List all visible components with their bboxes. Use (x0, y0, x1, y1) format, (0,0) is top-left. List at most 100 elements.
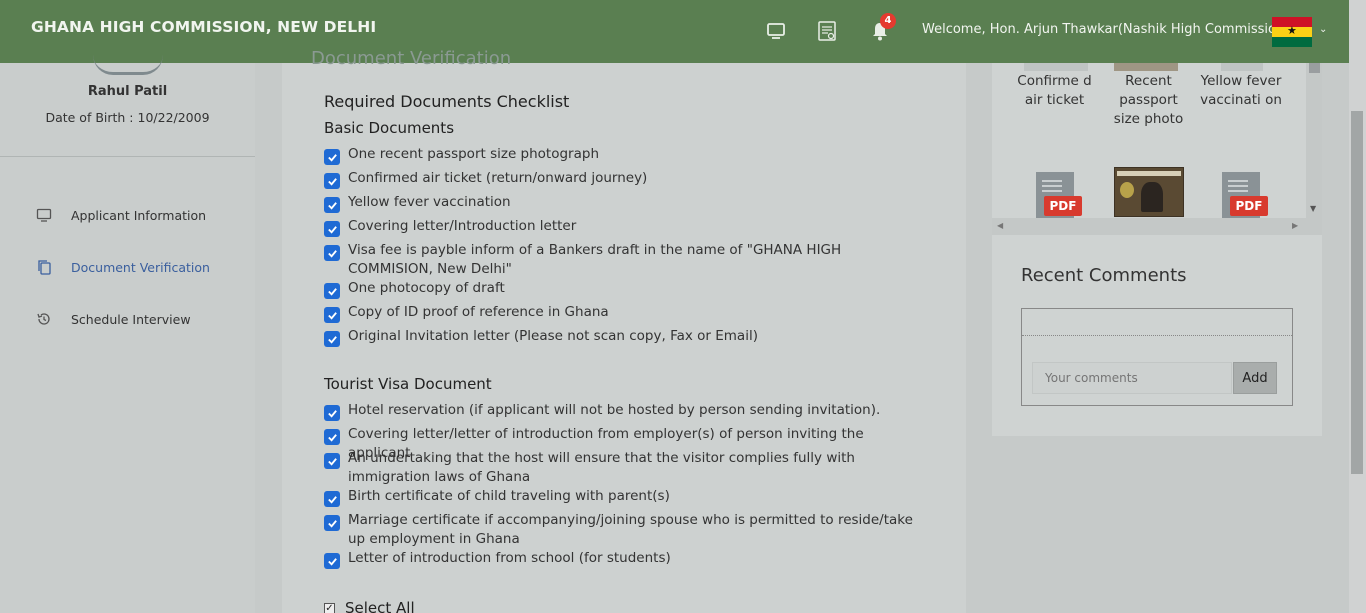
checkbox[interactable] (324, 515, 340, 531)
sidebar-item-schedule-interview[interactable]: Schedule Interview (36, 308, 246, 330)
document-label: Recent passport size photo (1113, 73, 1184, 127)
checklist-item-label: Yellow fever vaccination (348, 194, 511, 210)
select-all[interactable]: ✓ Select All (324, 599, 415, 613)
recent-comments-title: Recent Comments (1021, 265, 1187, 286)
checklist-item[interactable]: Copy of ID proof of reference in Ghana (324, 303, 924, 323)
scrollbar-track-top (1349, 0, 1366, 63)
checkbox[interactable] (324, 221, 340, 237)
thumbnail-edge (1024, 63, 1088, 71)
checklist-item-label: Birth certificate of child traveling wit… (348, 488, 670, 504)
scroll-right-arrow-icon[interactable]: ▶ (1292, 221, 1298, 230)
checklist-item[interactable]: Confirmed air ticket (return/onward jour… (324, 169, 924, 189)
checklist-item-label: Visa fee is payble inform of a Bankers d… (348, 242, 842, 277)
checklist-item-label: Marriage certificate if accompanying/joi… (348, 512, 913, 547)
checklist-item-label: An undertaking that the host will ensure… (348, 450, 855, 485)
divider (0, 156, 255, 157)
checklist-item[interactable]: Original Invitation letter (Please not s… (324, 327, 924, 347)
section-title-faded: Document Verification (311, 48, 512, 69)
thumbnail-edge (1114, 63, 1178, 71)
ghana-flag-icon[interactable]: ★ (1272, 17, 1312, 47)
top-header: GHANA HIGH COMMISSION, NEW DELHI 4 Welco… (0, 0, 1366, 63)
document-item[interactable]: Recent passport size photo (1106, 72, 1191, 129)
checkbox[interactable] (324, 245, 340, 261)
checkbox[interactable] (324, 453, 340, 469)
thumbnail-edge (1221, 63, 1263, 71)
document-item[interactable]: Yellow fever vaccinati on (1199, 72, 1283, 110)
checklist-item[interactable]: An undertaking that the host will ensure… (324, 449, 924, 487)
page-scrollbar[interactable] (1349, 63, 1366, 613)
sidebar-item-document-verification[interactable]: Document Verification (36, 256, 246, 278)
monitor-icon (36, 207, 52, 223)
comments-box: Add (1021, 308, 1293, 406)
checklist-item[interactable]: Yellow fever vaccination (324, 193, 924, 213)
basic-documents-heading: Basic Documents (324, 119, 455, 137)
chevron-down-icon[interactable]: ⌄ (1319, 24, 1327, 35)
pdf-label: PDF (1044, 196, 1082, 216)
scrollbar-thumb[interactable] (1309, 63, 1320, 73)
welcome-text: Welcome, Hon. Arjun Thawkar(Nashik High … (922, 22, 1290, 37)
scrollbar-thumb[interactable] (1351, 111, 1363, 474)
checklist-item-label: Letter of introduction from school (for … (348, 550, 671, 566)
checkbox[interactable] (324, 491, 340, 507)
document-list-icon[interactable] (816, 20, 838, 42)
checkbox[interactable] (324, 307, 340, 323)
checkbox[interactable] (324, 283, 340, 299)
checklist-item-label: Confirmed air ticket (return/onward jour… (348, 170, 648, 186)
history-icon (36, 311, 52, 327)
applicant-name: Rahul Patil (87, 84, 168, 99)
checklist-item[interactable]: Covering letter/Introduction letter (324, 217, 924, 237)
document-label: Yellow fever vaccinati on (1200, 73, 1282, 108)
avatar (93, 55, 163, 75)
document-thumbnails: Confirme d air ticket Recent passport si… (992, 63, 1306, 218)
document-label: Confirme d air ticket (1017, 73, 1092, 108)
pdf-icon[interactable]: PDF (1218, 172, 1268, 218)
site-title: GHANA HIGH COMMISSION, NEW DELHI (31, 18, 377, 36)
copy-icon (36, 259, 52, 275)
sidebar: Rahul Patil Date of Birth : 10/22/2009 A… (0, 63, 255, 613)
checkbox[interactable] (324, 173, 340, 189)
sidebar-item-label: Applicant Information (71, 207, 207, 223)
documents-vertical-scrollbar[interactable]: ▼ (1306, 63, 1322, 218)
document-item[interactable]: Confirme d air ticket (1012, 72, 1097, 110)
checklist-item[interactable]: Marriage certificate if accompanying/joi… (324, 511, 924, 549)
checkbox[interactable] (324, 149, 340, 165)
applicant-dob: Date of Birth : 10/22/2009 (45, 110, 210, 125)
right-panel: Confirme d air ticket Recent passport si… (992, 63, 1322, 436)
checklist-item-label: Copy of ID proof of reference in Ghana (348, 304, 609, 320)
sidebar-item-applicant-information[interactable]: Applicant Information (36, 204, 246, 226)
checklist-title: Required Documents Checklist (324, 92, 570, 111)
checklist-item[interactable]: One recent passport size photograph (324, 145, 924, 165)
checklist-item[interactable]: Letter of introduction from school (for … (324, 549, 924, 569)
pdf-icon[interactable]: PDF (1032, 172, 1082, 218)
select-all-label: Select All (345, 599, 415, 613)
scroll-left-arrow-icon[interactable]: ◀ (997, 221, 1003, 230)
checklist-item-label: Hotel reservation (if applicant will not… (348, 402, 881, 418)
checkbox[interactable] (324, 553, 340, 569)
checkbox[interactable] (324, 197, 340, 213)
main-panel: Document Verification Required Documents… (282, 48, 966, 613)
monitor-icon[interactable] (765, 20, 787, 42)
scroll-down-arrow-icon[interactable]: ▼ (1310, 204, 1316, 213)
checklist-item[interactable]: Birth certificate of child traveling wit… (324, 487, 924, 507)
comment-input[interactable] (1032, 362, 1232, 394)
notification-badge: 4 (880, 13, 896, 29)
add-comment-button[interactable]: Add (1233, 362, 1277, 394)
sidebar-item-label: Document Verification (71, 259, 210, 275)
documents-horizontal-scrollbar[interactable]: ◀ ▶ (992, 218, 1322, 235)
pdf-label: PDF (1230, 196, 1268, 216)
divider (1022, 335, 1292, 336)
select-all-checkbox[interactable]: ✓ (324, 602, 335, 613)
checklist-item-label: Covering letter/Introduction letter (348, 218, 577, 234)
id-card-image[interactable] (1114, 167, 1184, 217)
checkbox[interactable] (324, 331, 340, 347)
checklist-item-label: One photocopy of draft (348, 280, 505, 296)
checklist-item[interactable]: Visa fee is payble inform of a Bankers d… (324, 241, 924, 279)
tourist-visa-heading: Tourist Visa Document (324, 375, 492, 393)
checklist-item-label: Original Invitation letter (Please not s… (348, 328, 758, 344)
checklist-item[interactable]: One photocopy of draft (324, 279, 924, 299)
checklist-item-label: One recent passport size photograph (348, 146, 600, 162)
checklist-item[interactable]: Hotel reservation (if applicant will not… (324, 401, 924, 421)
sidebar-item-label: Schedule Interview (71, 311, 191, 327)
checkbox[interactable] (324, 429, 340, 445)
checkbox[interactable] (324, 405, 340, 421)
